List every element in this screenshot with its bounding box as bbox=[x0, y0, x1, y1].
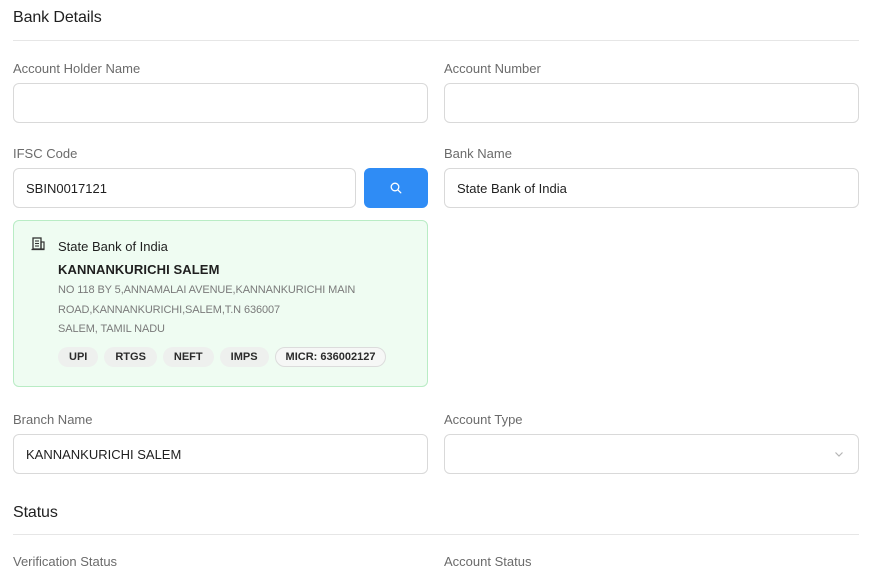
section-divider bbox=[13, 40, 859, 41]
result-branch-name: KANNANKURICHI SALEM bbox=[58, 262, 220, 277]
badge-upi: UPI bbox=[58, 347, 99, 367]
badge-rtgs: RTGS bbox=[104, 347, 157, 367]
account-type-select[interactable] bbox=[444, 434, 859, 474]
bank-name-input[interactable]: State Bank of India bbox=[444, 168, 859, 208]
branch-name-input[interactable]: KANNANKURICHI SALEM bbox=[13, 434, 428, 474]
result-bank-name: State Bank of India bbox=[58, 239, 168, 254]
ifsc-result-card: State Bank of India KANNANKURICHI SALEM … bbox=[13, 220, 428, 387]
badge-neft: NEFT bbox=[162, 347, 214, 367]
account-number-input[interactable] bbox=[444, 83, 859, 123]
badge-imps: IMPS bbox=[219, 347, 269, 367]
ifsc-search-button[interactable] bbox=[364, 168, 428, 208]
result-address-line-1: NO 118 BY 5,ANNAMALAI AVENUE,KANNANKURIC… bbox=[58, 284, 356, 296]
bank-name-label: Bank Name bbox=[444, 146, 512, 161]
ifsc-code-input[interactable]: SBIN0017121 bbox=[13, 168, 356, 208]
account-holder-name-input[interactable] bbox=[13, 83, 428, 123]
account-status-label: Account Status bbox=[444, 554, 532, 569]
account-type-label: Account Type bbox=[444, 412, 523, 427]
account-holder-name-label: Account Holder Name bbox=[13, 61, 141, 76]
chevron-down-icon bbox=[835, 452, 843, 457]
bank-details-heading: Bank Details bbox=[13, 9, 102, 26]
section-divider bbox=[13, 534, 859, 535]
status-heading: Status bbox=[13, 504, 58, 521]
branch-name-label: Branch Name bbox=[13, 412, 93, 427]
ifsc-code-label: IFSC Code bbox=[13, 146, 78, 161]
result-address-line-3: SALEM, TAMIL NADU bbox=[58, 323, 165, 335]
account-number-label: Account Number bbox=[444, 61, 541, 76]
payment-mode-badges: UPI RTGS NEFT IMPS MICR: 636002127 bbox=[58, 347, 387, 367]
result-address-line-2: ROAD,KANNANKURICHI,SALEM,T.N 636007 bbox=[58, 304, 281, 316]
search-icon bbox=[390, 182, 402, 194]
bank-building-icon bbox=[31, 237, 45, 251]
verification-status-label: Verification Status bbox=[13, 554, 118, 569]
badge-micr: MICR: 636002127 bbox=[274, 347, 387, 367]
